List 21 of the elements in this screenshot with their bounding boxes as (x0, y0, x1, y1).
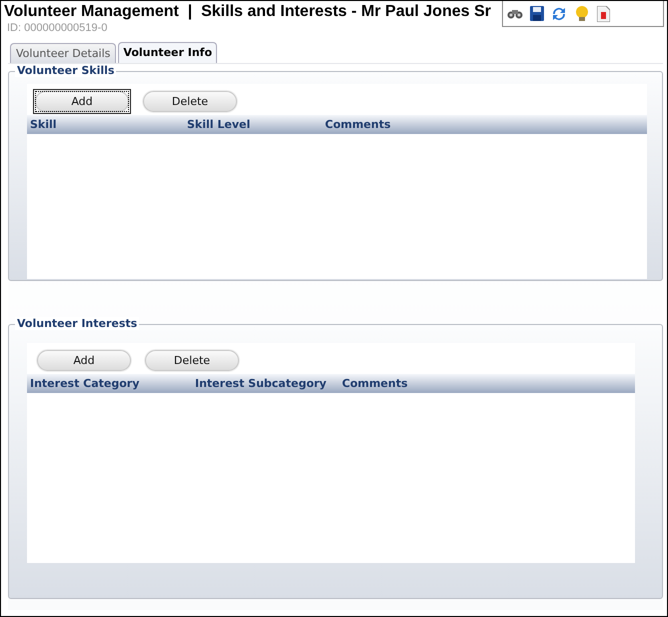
column-header[interactable]: Skill Level (187, 118, 325, 131)
document-icon[interactable] (597, 6, 610, 22)
delete-button[interactable]: Delete (141, 89, 239, 114)
page-title: Volunteer Management | Skills and Interests - Mr Paul Jones Sr (4, 3, 491, 21)
column-header[interactable]: Interest Subcategory (195, 377, 342, 390)
column-header[interactable]: Skill (30, 118, 187, 131)
tab[interactable]: Volunteer Details (10, 43, 116, 63)
column-header[interactable]: Interest Category (30, 377, 195, 390)
save-icon[interactable] (530, 6, 544, 21)
add-button[interactable]: Add (33, 89, 131, 114)
section-title: Volunteer Skills (15, 64, 116, 77)
binoculars-icon[interactable] (507, 8, 523, 20)
refresh-icon[interactable] (551, 6, 567, 22)
add-button[interactable]: Add (35, 348, 133, 373)
column-header[interactable]: Comments (342, 377, 542, 390)
column-header[interactable]: Comments (325, 118, 525, 131)
record-id: ID: 000000000519-0 (6, 22, 108, 34)
delete-button[interactable]: Delete (143, 348, 241, 373)
section-title: Volunteer Interests (15, 317, 140, 330)
lightbulb-icon[interactable] (574, 5, 590, 22)
tab[interactable]: Volunteer Info (118, 42, 218, 63)
